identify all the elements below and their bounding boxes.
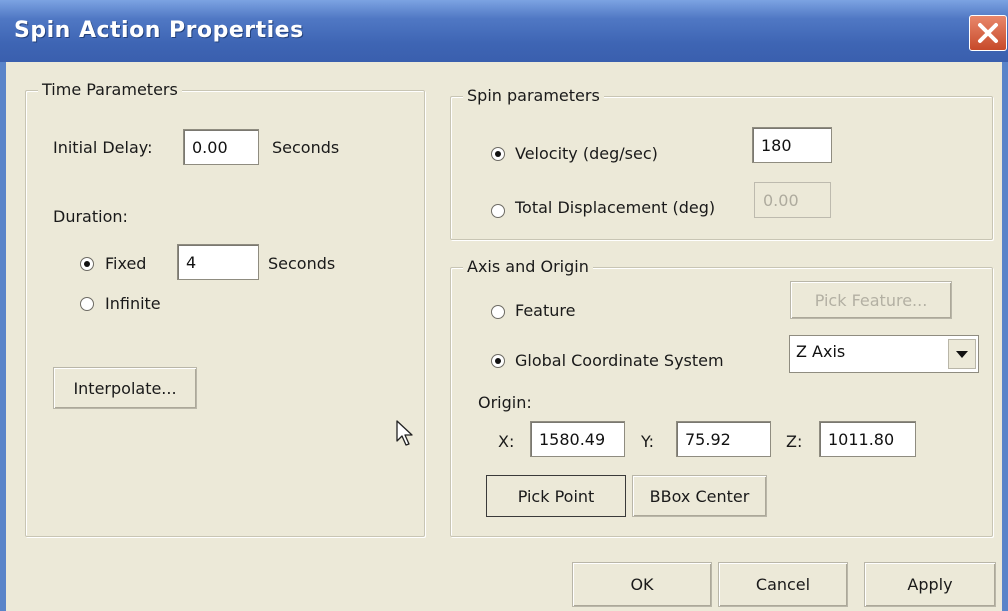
- cancel-button[interactable]: Cancel: [718, 562, 848, 607]
- origin-y-input[interactable]: [676, 421, 771, 457]
- window-title: Spin Action Properties: [14, 18, 304, 43]
- total-displacement-radio[interactable]: [491, 204, 505, 218]
- fixed-label[interactable]: Fixed: [105, 254, 146, 273]
- initial-delay-label: Initial Delay:: [53, 138, 153, 157]
- time-parameters-group: Time Parameters Initial Delay: Seconds D…: [25, 80, 425, 537]
- axis-and-origin-group: Axis and Origin Feature Pick Feature... …: [450, 257, 993, 537]
- origin-x-label: X:: [498, 432, 515, 451]
- spin-parameters-group: Spin parameters Velocity (deg/sec) Total…: [450, 86, 993, 240]
- feature-label[interactable]: Feature: [515, 301, 575, 320]
- infinite-label[interactable]: Infinite: [105, 294, 161, 313]
- duration-label: Duration:: [53, 207, 128, 226]
- fixed-duration-unit: Seconds: [268, 254, 336, 273]
- spin-action-properties-window: Spin Action Properties Time Parameters I…: [0, 0, 1008, 611]
- initial-delay-input[interactable]: [183, 129, 259, 165]
- initial-delay-unit: Seconds: [272, 138, 340, 157]
- pick-point-button[interactable]: Pick Point: [486, 475, 626, 517]
- origin-x-input[interactable]: [530, 421, 625, 457]
- mouse-pointer-icon: [396, 420, 413, 446]
- spin-parameters-legend: Spin parameters: [463, 86, 604, 105]
- origin-z-label: Z:: [786, 432, 803, 451]
- chevron-down-icon: [956, 351, 968, 358]
- feature-radio[interactable]: [491, 305, 505, 319]
- axis-select[interactable]: Z Axis: [789, 335, 979, 373]
- origin-z-input[interactable]: [819, 421, 916, 457]
- pick-feature-button[interactable]: Pick Feature...: [790, 281, 952, 319]
- velocity-radio[interactable]: [491, 147, 505, 161]
- close-icon: [978, 23, 998, 43]
- origin-y-label: Y:: [641, 432, 655, 451]
- velocity-input[interactable]: [752, 127, 832, 163]
- axis-select-dropdown-button[interactable]: [948, 339, 976, 369]
- origin-label: Origin:: [478, 393, 532, 412]
- global-coordinate-radio[interactable]: [491, 354, 505, 368]
- bbox-center-button[interactable]: BBox Center: [632, 475, 767, 517]
- total-displacement-input[interactable]: [754, 182, 831, 218]
- ok-button[interactable]: OK: [572, 562, 712, 607]
- axis-select-value: Z Axis: [796, 342, 846, 361]
- title-bar[interactable]: Spin Action Properties: [0, 0, 1008, 62]
- time-parameters-legend: Time Parameters: [38, 80, 182, 99]
- apply-button[interactable]: Apply: [864, 562, 996, 607]
- fixed-duration-input[interactable]: [177, 244, 259, 280]
- fixed-radio[interactable]: [80, 257, 94, 271]
- close-button[interactable]: [969, 15, 1007, 51]
- infinite-radio[interactable]: [80, 297, 94, 311]
- axis-and-origin-legend: Axis and Origin: [463, 257, 593, 276]
- velocity-label[interactable]: Velocity (deg/sec): [515, 144, 658, 163]
- global-coordinate-label[interactable]: Global Coordinate System: [515, 351, 724, 370]
- dialog-body: Time Parameters Initial Delay: Seconds D…: [6, 62, 1002, 611]
- total-displacement-label[interactable]: Total Displacement (deg): [515, 198, 715, 217]
- interpolate-button[interactable]: Interpolate...: [53, 367, 197, 409]
